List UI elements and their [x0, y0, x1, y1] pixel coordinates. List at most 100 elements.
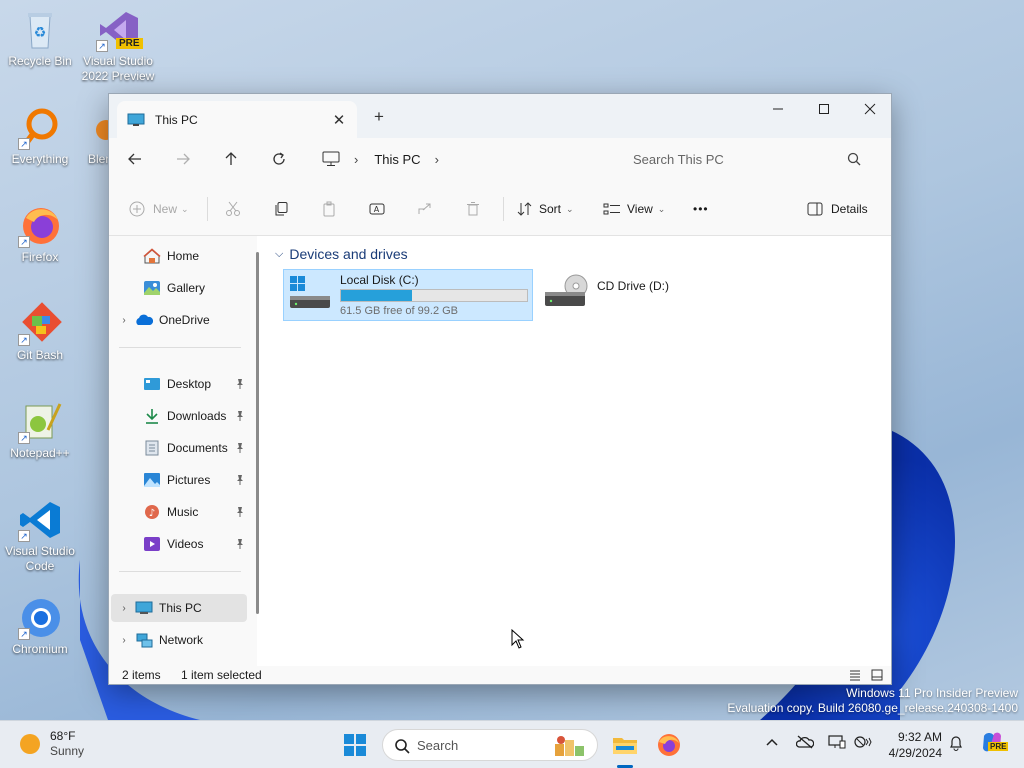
more-icon: ••• [693, 202, 709, 216]
desktop-icon-everything[interactable]: ↗ Everything [0, 106, 80, 167]
desktop-icon-vscode[interactable]: ↗ Visual Studio Code [0, 498, 80, 574]
desktop-icon-notepad-plus-plus[interactable]: ↗ Notepad++ [0, 400, 80, 461]
desktop-icon-chromium[interactable]: ↗ Chromium [0, 596, 80, 657]
new-button[interactable]: New ⌄ [129, 195, 189, 223]
sidebar-item-downloads[interactable]: Downloads [111, 402, 247, 430]
pin-icon[interactable] [235, 474, 245, 486]
sidebar-scrollbar[interactable] [256, 252, 259, 614]
shortcut-arrow-icon: ↗ [18, 138, 30, 150]
blender-icon [88, 106, 108, 150]
sidebar-item-network[interactable]: › Network [111, 626, 247, 654]
desktop-icon-label: Visual Studio Code [5, 544, 75, 573]
sidebar-item-this-pc[interactable]: › This PC [111, 594, 247, 622]
sort-label: Sort [539, 202, 562, 216]
arrow-right-icon [177, 153, 190, 165]
desktop-icon-label: Firefox [21, 250, 59, 264]
search-icon [395, 739, 410, 754]
minimize-button[interactable] [755, 94, 801, 124]
tab-close-icon[interactable]: ✕ [327, 111, 351, 129]
scissors-icon [226, 201, 240, 216]
refresh-button[interactable] [264, 144, 294, 174]
group-header-devices[interactable]: ⌵ Devices and drives [275, 246, 408, 262]
plus-circle-icon [129, 201, 145, 217]
display-tray-icon[interactable] [828, 735, 846, 752]
computer-icon [135, 601, 153, 614]
rename-button[interactable]: A [369, 195, 385, 223]
delete-button[interactable] [465, 195, 481, 223]
drive-local-disk-c[interactable]: Local Disk (C:) 61.5 GB free of 99.2 GB [283, 269, 533, 321]
sort-button[interactable]: Sort ⌄ [517, 195, 574, 223]
recycle-bin-icon: ♻ [18, 8, 62, 52]
chevron-down-icon: ⌄ [181, 203, 189, 214]
chevron-right-icon[interactable]: › [435, 152, 439, 167]
weather-temperature: 68°F [50, 729, 76, 743]
maximize-button[interactable] [801, 94, 847, 124]
sidebar-item-onedrive[interactable]: › OneDrive [111, 306, 247, 334]
copilot-button[interactable]: PRE [980, 730, 1009, 757]
sidebar-item-gallery[interactable]: Gallery [111, 274, 247, 302]
chevron-right-icon[interactable]: › [354, 152, 358, 167]
pin-icon[interactable] [235, 410, 245, 422]
file-explorer-window: This PC ✕ + › This PC › Search This PC N… [108, 93, 892, 685]
back-button[interactable] [120, 144, 150, 174]
search-input[interactable]: Search This PC [611, 143, 881, 175]
pin-icon[interactable] [235, 378, 245, 390]
desktop-icon-blender-partial[interactable]: Blen [78, 106, 108, 167]
notifications-button[interactable] [949, 735, 963, 754]
sidebar-item-documents[interactable]: Documents [111, 434, 247, 462]
status-bar: 2 items 1 item selected [109, 666, 891, 684]
clock-date: 4/29/2024 [888, 746, 942, 760]
visual-studio-icon: PRE ↗ [96, 8, 143, 52]
address-bar[interactable]: › This PC › [316, 143, 606, 175]
paste-button[interactable] [321, 195, 337, 223]
tiles-view-icon[interactable] [871, 669, 883, 681]
chevron-down-icon: ⌵ [275, 247, 284, 260]
network-volume-tray[interactable] [854, 735, 872, 752]
desktop-icon-visual-studio[interactable]: PRE ↗ Visual Studio 2022 Preview [78, 8, 158, 84]
breadcrumb-this-pc[interactable]: This PC [374, 152, 420, 167]
show-hidden-icons-button[interactable] [765, 735, 779, 752]
everything-search-icon: ↗ [18, 106, 62, 150]
share-button[interactable] [417, 195, 433, 223]
chevron-right-icon[interactable]: › [117, 315, 131, 326]
taskbar-firefox[interactable] [654, 730, 684, 760]
desktop-icon-label: Visual Studio 2022 Preview [81, 54, 155, 83]
drive-cd-d[interactable]: CD Drive (D:) [539, 269, 739, 321]
taskbar-file-explorer[interactable] [610, 730, 640, 760]
pre-badge: PRE [988, 742, 1009, 751]
sidebar-item-home[interactable]: Home [111, 242, 247, 270]
details-pane-button[interactable]: Details [807, 195, 868, 223]
details-view-icon[interactable] [849, 669, 861, 681]
chevron-right-icon[interactable]: › [117, 635, 131, 646]
copy-button[interactable] [273, 195, 289, 223]
sidebar-item-music[interactable]: ♪ Music [111, 498, 247, 526]
system-clock[interactable]: 9:32 AM 4/29/2024 [880, 729, 942, 761]
cloud-offline-icon [795, 735, 815, 749]
divider [119, 347, 241, 348]
cut-button[interactable] [225, 195, 241, 223]
taskbar-search[interactable]: Search [382, 729, 598, 761]
sidebar-item-desktop[interactable]: Desktop [111, 370, 247, 398]
pin-icon[interactable] [235, 442, 245, 454]
chevron-right-icon[interactable]: › [117, 603, 131, 614]
pin-icon[interactable] [235, 506, 245, 518]
start-button[interactable] [340, 730, 370, 760]
desktop-folder-icon [144, 378, 160, 390]
tab-this-pc[interactable]: This PC ✕ [117, 101, 357, 138]
onedrive-tray-icon[interactable] [795, 735, 815, 752]
desktop-icon-firefox[interactable]: ↗ Firefox [0, 204, 80, 265]
new-tab-button[interactable]: + [369, 107, 389, 127]
close-window-button[interactable] [847, 94, 893, 124]
more-options-button[interactable]: ••• [693, 195, 709, 223]
desktop-icon-recycle-bin[interactable]: ♻ Recycle Bin [0, 8, 80, 69]
sidebar-item-pictures[interactable]: Pictures [111, 466, 247, 494]
search-icon [847, 152, 861, 166]
pin-icon[interactable] [235, 538, 245, 550]
forward-button[interactable] [168, 144, 198, 174]
sidebar-item-videos[interactable]: Videos [111, 530, 247, 558]
arrow-left-icon [128, 153, 141, 165]
up-button[interactable] [216, 144, 246, 174]
weather-widget[interactable]: 68°F Sunny [20, 729, 84, 759]
view-button[interactable]: View ⌄ [603, 195, 665, 223]
desktop-icon-git-bash[interactable]: ↗ Git Bash [0, 302, 80, 363]
